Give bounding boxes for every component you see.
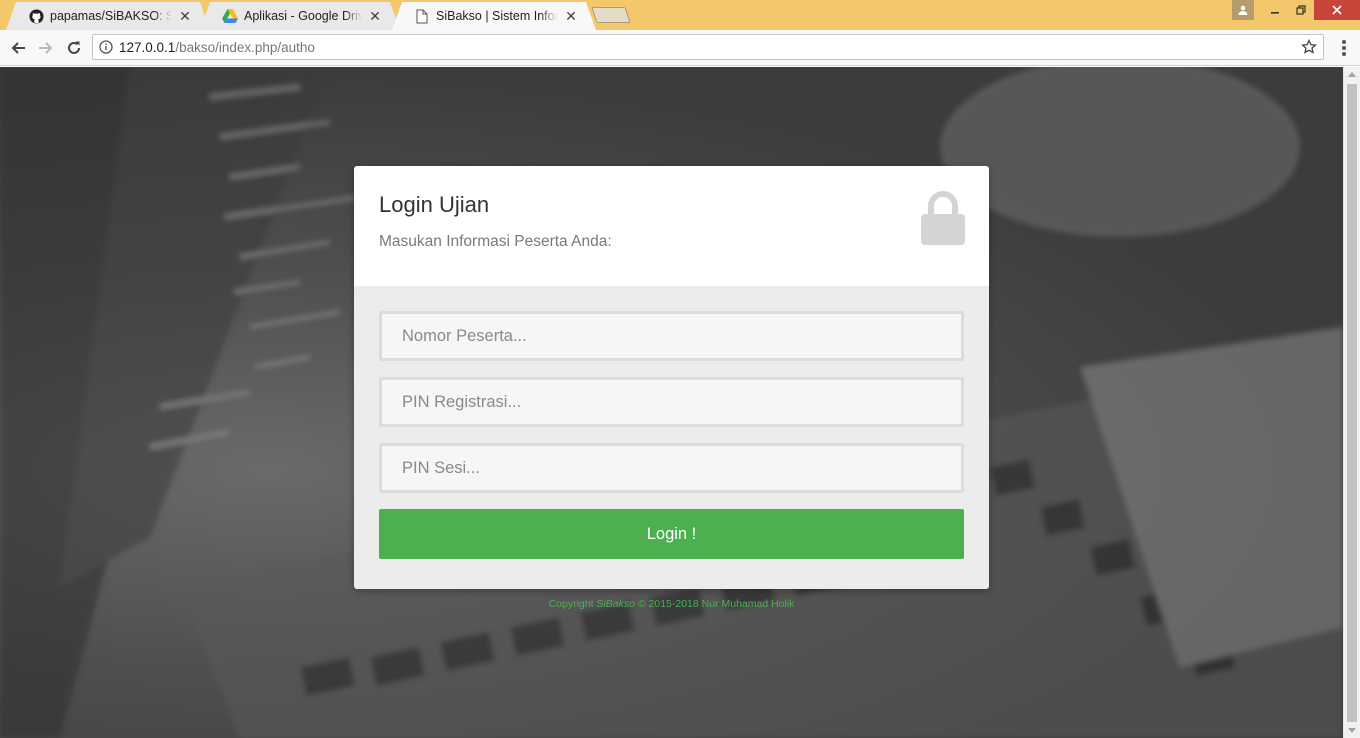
login-card: Login Ujian Masukan Informasi Peserta An…: [354, 166, 989, 589]
login-subtitle: Masukan Informasi Peserta Anda:: [379, 233, 612, 250]
tab-title: Aplikasi - Google Drive: [244, 9, 362, 23]
browser-menu-icon[interactable]: [1336, 38, 1352, 58]
pin-registrasi-input[interactable]: [379, 377, 964, 427]
profile-icon[interactable]: [1232, 0, 1254, 20]
google-drive-icon: [222, 8, 238, 24]
github-icon: [28, 8, 44, 24]
copyright-suffix: © 2015-2018 Nur Muhamad Holik: [634, 598, 795, 610]
tab-title: SiBakso | Sistem Informasi Bank Soal: [436, 9, 558, 23]
login-form: Login !: [354, 286, 989, 589]
info-icon[interactable]: [99, 40, 113, 54]
close-icon[interactable]: ✕: [368, 9, 382, 23]
login-title: Login Ujian: [379, 192, 490, 217]
bookmark-star-icon[interactable]: [1301, 38, 1317, 58]
page-viewport: Login Ujian Masukan Informasi Peserta An…: [0, 67, 1343, 738]
copyright-text: Copyright SiBakso © 2015-2018 Nur Muhama…: [0, 598, 1343, 610]
tab-github[interactable]: papamas/SiBAKSO: Sistem Informasi Bank S…: [6, 2, 210, 30]
tab-title: papamas/SiBAKSO: Sistem Informasi Bank S…: [50, 9, 172, 23]
back-arrow-icon[interactable]: [6, 36, 30, 60]
address-bar[interactable]: 127.0.0.1/bakso/index.php/autho: [92, 34, 1324, 60]
browser-tab-strip: papamas/SiBAKSO: Sistem Informasi Bank S…: [0, 0, 1360, 30]
window-close-icon[interactable]: [1314, 0, 1360, 20]
tab-sibakso[interactable]: SiBakso | Sistem Informasi Bank Soal ✕: [392, 2, 596, 30]
url-path: /bakso/index.php/autho: [175, 39, 315, 55]
scroll-down-icon[interactable]: [1348, 728, 1356, 733]
new-tab-button[interactable]: [591, 7, 631, 23]
nomor-peserta-input[interactable]: [379, 311, 964, 361]
lock-icon: [921, 191, 965, 250]
login-card-header: Login Ujian Masukan Informasi Peserta An…: [354, 166, 989, 286]
scroll-up-icon[interactable]: [1348, 72, 1356, 77]
login-button[interactable]: Login !: [379, 509, 964, 559]
minimize-icon[interactable]: [1262, 0, 1288, 20]
pin-sesi-input[interactable]: [379, 443, 964, 493]
tab-google-drive[interactable]: Aplikasi - Google Drive ✕: [200, 2, 400, 30]
window-controls: [1232, 0, 1360, 20]
copyright-brand: SiBakso: [596, 598, 635, 610]
copyright-prefix: Copyright: [548, 598, 597, 610]
reload-icon[interactable]: [62, 36, 86, 60]
scroll-thumb[interactable]: [1347, 84, 1357, 722]
restore-icon[interactable]: [1288, 0, 1314, 20]
close-icon[interactable]: ✕: [178, 9, 192, 23]
url-host: 127.0.0.1: [119, 39, 176, 55]
close-icon[interactable]: ✕: [564, 9, 578, 23]
page-scrollbar[interactable]: [1343, 67, 1360, 738]
browser-toolbar: 127.0.0.1/bakso/index.php/autho: [0, 30, 1360, 66]
page-icon: [414, 8, 430, 24]
forward-arrow-icon[interactable]: [34, 36, 58, 60]
